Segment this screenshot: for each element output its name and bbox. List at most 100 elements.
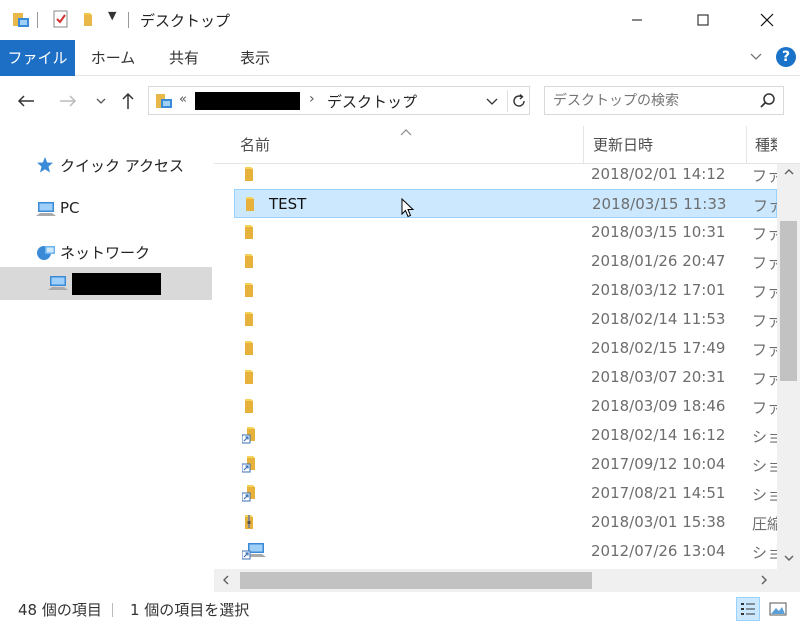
tab-share[interactable]: 共有 xyxy=(158,40,210,76)
file-row[interactable]: TEST 2018/03/15 11:33 ファイル フォルダー xyxy=(234,189,777,218)
shortcut-folder-icon xyxy=(241,426,260,448)
refresh-icon[interactable] xyxy=(507,90,529,112)
desktop-folder-icon xyxy=(155,92,173,114)
folder-icon xyxy=(242,339,258,361)
properties-icon[interactable] xyxy=(52,10,70,28)
scroll-left-icon[interactable] xyxy=(222,575,230,588)
file-modified-date: 2018/02/14 16:12 xyxy=(591,426,726,444)
ribbon-tabs: ファイル ホーム 共有 表示 ? xyxy=(0,40,800,76)
file-type: ショートカット xyxy=(752,428,777,446)
file-modified-date: 2012/07/26 13:04 xyxy=(591,542,726,560)
file-row[interactable]: 2018/03/09 18:46 ファイル フォルダー xyxy=(234,392,777,421)
search-icon[interactable] xyxy=(759,92,777,114)
large-icons-view-icon[interactable] xyxy=(766,597,790,621)
file-modified-date: 2018/03/15 10:31 xyxy=(591,223,726,241)
minimize-button[interactable] xyxy=(614,0,660,40)
computer-icon xyxy=(36,200,56,222)
file-row[interactable]: 2017/08/21 14:51 ショートカット xyxy=(234,479,777,508)
nav-label: ネットワーク xyxy=(60,244,151,262)
file-type: ショートカット xyxy=(752,486,777,504)
folder-icon xyxy=(243,195,259,217)
address-bar[interactable]: « › デスクトップ › xyxy=(148,86,530,115)
file-row[interactable]: 2018/02/15 17:49 ファイル フォルダー xyxy=(234,334,777,363)
mouse-cursor-icon xyxy=(401,197,415,222)
file-modified-date: 2018/03/15 11:33 xyxy=(592,195,727,213)
address-overflow[interactable]: « xyxy=(179,92,187,107)
search-box[interactable] xyxy=(544,86,784,115)
column-modified[interactable]: 更新日時 xyxy=(593,134,653,155)
address-dropdown-icon[interactable] xyxy=(485,91,499,115)
help-icon[interactable]: ? xyxy=(776,47,796,67)
horizontal-scrollbar[interactable] xyxy=(214,569,777,592)
horizontal-scroll-thumb[interactable] xyxy=(240,572,592,589)
tab-home[interactable]: ホーム xyxy=(84,40,142,76)
shortcut-network-icon xyxy=(241,542,266,564)
nav-item-network-computer[interactable] xyxy=(0,267,212,300)
file-modified-date: 2018/03/09 18:46 xyxy=(591,397,726,415)
redacted-path-segment[interactable] xyxy=(195,92,300,110)
separator xyxy=(112,603,113,617)
up-arrow-icon[interactable] xyxy=(116,88,140,114)
scroll-down-icon[interactable] xyxy=(784,554,794,565)
file-row[interactable]: 2018/02/14 16:12 ショートカット xyxy=(234,421,777,450)
folder-icon xyxy=(242,368,258,390)
vertical-scroll-thumb[interactable] xyxy=(780,221,797,381)
breadcrumb-current[interactable]: デスクトップ xyxy=(327,91,417,112)
nav-item-network[interactable]: ネットワーク xyxy=(0,236,212,268)
file-row[interactable]: 2018/03/12 17:01 ファイル フォルダー xyxy=(234,276,777,305)
network-icon xyxy=(36,243,56,265)
nav-item-pc[interactable]: PC xyxy=(0,193,212,225)
forward-arrow-icon[interactable] xyxy=(56,88,80,114)
separator xyxy=(128,12,129,28)
details-view-icon[interactable] xyxy=(736,597,760,621)
tab-view[interactable]: 表示 xyxy=(228,40,282,76)
file-type: ファイル フォルダー xyxy=(752,399,777,417)
breadcrumb-chevron-icon[interactable]: › xyxy=(309,91,315,107)
file-modified-date: 2017/09/12 10:04 xyxy=(591,455,726,473)
separator xyxy=(37,12,38,28)
customize-toolbar-icon[interactable]: ▼ xyxy=(108,9,116,22)
status-bar: 48 個の項目 1 個の項目を選択 xyxy=(0,594,800,624)
file-modified-date: 2018/02/01 14:12 xyxy=(591,165,726,183)
scroll-up-icon[interactable] xyxy=(784,168,794,179)
breadcrumb-chevron-icon[interactable]: › xyxy=(406,91,412,107)
file-row[interactable]: 2018/03/07 20:31 ファイル フォルダー xyxy=(234,363,777,392)
file-modified-date: 2018/01/26 20:47 xyxy=(591,252,726,270)
file-row[interactable]: 2012/07/26 13:04 ショートカット xyxy=(234,537,777,566)
explorer-icon[interactable] xyxy=(12,10,30,28)
folder-icon xyxy=(242,223,258,245)
file-type: ファイル フォルダー xyxy=(752,283,777,301)
file-list: 名前 更新日時 種類 2018/02/01 14:12ファイル フォルダーTES… xyxy=(214,126,800,594)
file-type: ファイル フォルダー xyxy=(752,370,777,388)
file-row[interactable]: 2018/01/26 20:47 ファイル フォルダー xyxy=(234,247,777,276)
back-arrow-icon[interactable] xyxy=(14,88,38,114)
maximize-button[interactable] xyxy=(680,0,726,40)
file-row[interactable]: 2017/09/12 10:04 ショートカット xyxy=(234,450,777,479)
column-name[interactable]: 名前 xyxy=(240,134,270,155)
navigation-bar: « › デスクトップ › xyxy=(0,76,800,126)
recent-locations-icon[interactable] xyxy=(89,88,113,114)
zip-folder-icon xyxy=(242,513,258,535)
file-modified-date: 2018/03/01 15:38 xyxy=(591,513,726,531)
folder-icon xyxy=(242,397,258,419)
close-button[interactable] xyxy=(744,0,790,40)
file-type: ファイル フォルダー xyxy=(752,254,777,272)
file-type: ファイル フォルダー xyxy=(753,197,777,215)
file-row[interactable]: 2018/02/01 14:12 ファイル フォルダー xyxy=(234,160,777,189)
new-folder-icon[interactable] xyxy=(80,10,98,28)
item-count: 48 個の項目 xyxy=(18,601,102,619)
search-input[interactable] xyxy=(553,90,753,112)
file-row[interactable]: 2018/02/14 11:53 ファイル フォルダー xyxy=(234,305,777,334)
file-row[interactable]: 2018/03/15 10:31 ファイル フォルダー xyxy=(234,218,777,247)
file-name: TEST xyxy=(269,195,307,213)
expand-ribbon-icon[interactable] xyxy=(748,48,764,68)
nav-item-quick-access[interactable]: クイック アクセス xyxy=(0,149,212,181)
tab-file[interactable]: ファイル xyxy=(0,40,75,76)
file-type: ファイル フォルダー xyxy=(752,312,777,330)
window-title: デスクトップ xyxy=(140,12,231,30)
column-type[interactable]: 種類 xyxy=(755,134,777,155)
scroll-right-icon[interactable] xyxy=(760,575,768,588)
vertical-scrollbar[interactable] xyxy=(777,164,800,569)
file-row[interactable]: 2018/03/01 15:38 圧縮 xyxy=(234,508,777,537)
star-icon xyxy=(36,156,54,178)
